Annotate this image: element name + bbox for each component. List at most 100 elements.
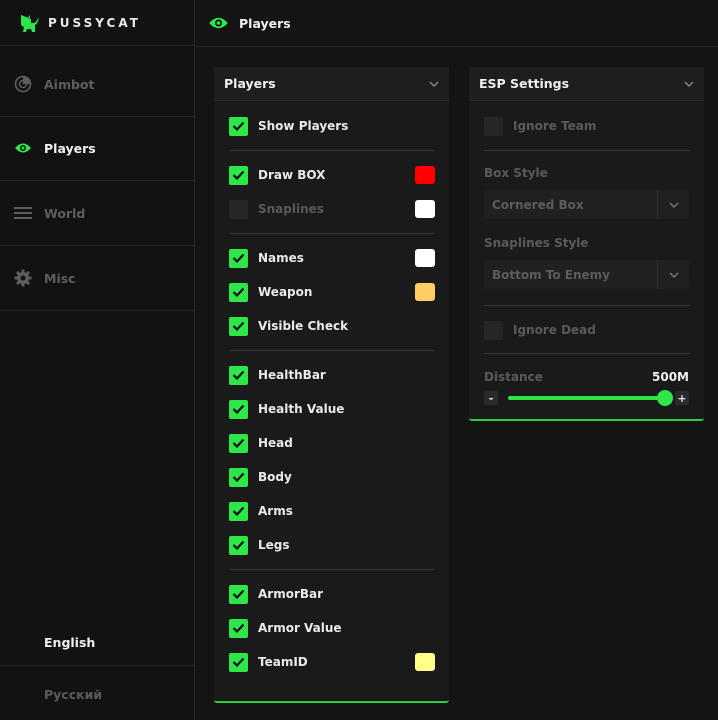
divider — [229, 569, 435, 570]
aimbot-icon — [14, 75, 32, 93]
panel-title: ESP Settings — [479, 76, 570, 91]
option-label: Head — [258, 436, 293, 450]
sidebar-item-misc[interactable]: Misc — [0, 246, 195, 311]
esp-panel-header[interactable]: ESP Settings — [469, 67, 704, 101]
distance-value: 500M — [652, 370, 689, 384]
language-russian[interactable]: Русский — [0, 671, 195, 717]
option-label: Armor Value — [258, 621, 342, 635]
color-swatch[interactable] — [415, 249, 435, 267]
option-label: ArmorBar — [258, 587, 324, 601]
option-label: Ignore Dead — [513, 323, 596, 337]
option-label: Arms — [258, 504, 293, 518]
sidebar-item-aimbot[interactable]: Aimbot — [0, 52, 195, 117]
box-style-select[interactable]: Cornered Box — [484, 190, 689, 219]
option-label: TeamID — [258, 655, 308, 669]
option-label: Visible Check — [258, 319, 349, 333]
slider-track[interactable] — [508, 390, 673, 406]
player-option-row[interactable]: ArmorBar — [229, 584, 435, 604]
eye-icon — [208, 16, 229, 30]
ignore-dead-toggle[interactable]: Ignore Dead — [484, 320, 690, 340]
color-swatch[interactable] — [415, 200, 435, 218]
checkbox[interactable] — [229, 165, 248, 185]
checkbox[interactable] — [229, 618, 248, 638]
player-option-row[interactable]: Arms — [229, 501, 435, 521]
player-option-row[interactable]: TeamID — [229, 652, 435, 672]
page-title: Players — [239, 15, 291, 31]
decrement-button[interactable]: - — [484, 391, 498, 405]
brand-name: PUSSYCAT — [48, 15, 141, 30]
player-option-row[interactable]: Draw BOX — [229, 165, 435, 185]
chevron-down-icon[interactable] — [684, 81, 694, 87]
select-value: Bottom To Enemy — [492, 267, 611, 282]
gear-icon — [14, 269, 32, 287]
player-option-row[interactable]: Snaplines — [229, 199, 435, 219]
color-swatch[interactable] — [415, 283, 435, 301]
top-bar: Players — [195, 0, 718, 47]
checkbox[interactable] — [229, 535, 248, 555]
checkbox[interactable] — [229, 501, 248, 521]
cat-logo-icon — [18, 13, 40, 33]
divider — [229, 233, 435, 234]
checkbox[interactable] — [229, 248, 248, 268]
checkbox[interactable] — [484, 116, 503, 136]
sidebar-item-players[interactable]: Players — [0, 116, 195, 181]
option-label: HealthBar — [258, 368, 326, 382]
checkmark-icon — [232, 506, 245, 516]
players-panel: Players Show Players Draw BOX Snaplines Nam… — [214, 67, 449, 703]
checkmark-icon — [232, 121, 245, 131]
select-value: Cornered Box — [492, 197, 584, 212]
ignore-team-toggle[interactable]: Ignore Team — [484, 116, 690, 136]
player-option-row[interactable]: Head — [229, 433, 435, 453]
checkbox[interactable] — [229, 199, 248, 219]
player-option-row[interactable]: HealthBar — [229, 365, 435, 385]
color-swatch[interactable] — [415, 653, 435, 671]
snaplines-style-label: Snaplines Style — [484, 236, 589, 250]
checkmark-icon — [232, 589, 245, 599]
checkbox[interactable] — [229, 399, 248, 419]
distance-slider[interactable]: - + — [484, 390, 689, 406]
color-swatch[interactable] — [415, 166, 435, 184]
option-label: Snaplines — [258, 202, 324, 216]
checkbox[interactable] — [229, 282, 248, 302]
option-label: Legs — [258, 538, 290, 552]
panel-title: Players — [224, 76, 276, 91]
sidebar-item-label: Players — [44, 140, 96, 156]
esp-settings-panel: ESP Settings Ignore Team Box Style Corne… — [469, 67, 704, 421]
player-option-row[interactable]: Visible Check — [229, 316, 435, 336]
player-option-row[interactable]: Armor Value — [229, 618, 435, 638]
checkbox[interactable] — [229, 584, 248, 604]
checkbox[interactable] — [229, 116, 248, 136]
language-english[interactable]: English — [0, 620, 195, 666]
increment-button[interactable]: + — [675, 391, 689, 405]
divider — [229, 150, 435, 151]
checkbox[interactable] — [229, 316, 248, 336]
checkbox[interactable] — [229, 365, 248, 385]
player-option-row[interactable]: Legs — [229, 535, 435, 555]
checkbox[interactable] — [229, 433, 248, 453]
player-option-row[interactable]: Names — [229, 248, 435, 268]
slider-thumb[interactable] — [657, 390, 673, 406]
checkmark-icon — [232, 404, 245, 414]
chevron-down-icon[interactable] — [657, 190, 689, 219]
option-label: Ignore Team — [513, 119, 597, 133]
option-label: Draw BOX — [258, 168, 326, 182]
player-option-row[interactable]: Health Value — [229, 399, 435, 419]
chevron-down-icon[interactable] — [657, 260, 689, 289]
checkmark-icon — [232, 472, 245, 482]
checkbox[interactable] — [229, 652, 248, 672]
sidebar-item-world[interactable]: World — [0, 181, 195, 246]
player-option-row[interactable]: Weapon — [229, 282, 435, 302]
divider — [484, 305, 690, 306]
sidebar-item-label: Aimbot — [44, 76, 95, 92]
chevron-down-icon[interactable] — [429, 81, 439, 87]
option-label: Show Players — [258, 119, 349, 133]
player-option-row[interactable]: Show Players — [229, 116, 435, 136]
menu-lines-icon — [14, 204, 32, 222]
divider — [484, 150, 690, 151]
checkbox[interactable] — [229, 467, 248, 487]
checkbox[interactable] — [484, 320, 503, 340]
checkmark-icon — [232, 540, 245, 550]
snaplines-style-select[interactable]: Bottom To Enemy — [484, 260, 689, 289]
player-option-row[interactable]: Body — [229, 467, 435, 487]
players-panel-header[interactable]: Players — [214, 67, 449, 101]
